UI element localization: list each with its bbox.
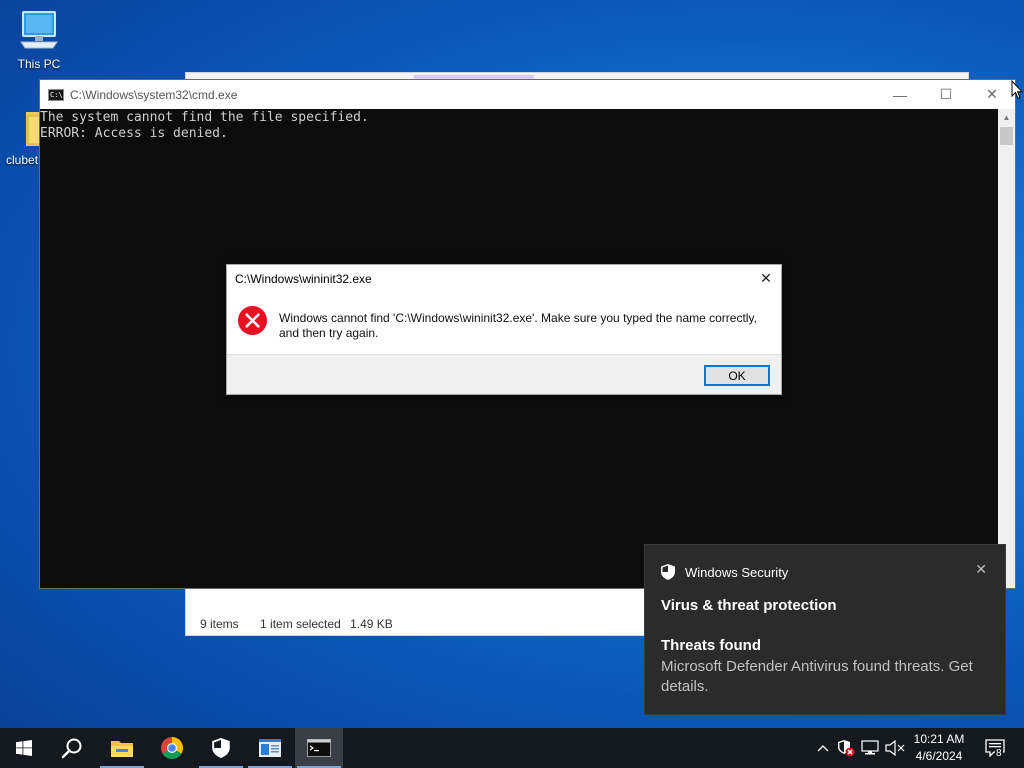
search-button[interactable] bbox=[48, 728, 96, 768]
show-hidden-icons-button[interactable] bbox=[812, 728, 834, 768]
dialog-footer: OK bbox=[227, 354, 781, 394]
error-dialog[interactable]: C:\Windows\wininit32.exe ✕ Windows canno… bbox=[226, 264, 782, 395]
taskbar-app[interactable] bbox=[246, 728, 294, 768]
taskbar: 10:21 AM 4/6/2024 8 bbox=[0, 728, 1024, 768]
dialog-message: Windows cannot find 'C:\Windows\wininit3… bbox=[279, 311, 757, 340]
volume-muted-icon bbox=[885, 740, 905, 756]
clock-time: 10:21 AM bbox=[913, 732, 965, 746]
close-icon: ✕ bbox=[760, 269, 772, 286]
notification-heading: Virus & threat protection bbox=[661, 597, 837, 614]
chevron-up-icon bbox=[817, 745, 829, 752]
taskbar-clock[interactable]: 10:21 AM 4/6/2024 bbox=[906, 731, 972, 765]
windows-security-icon bbox=[212, 738, 230, 758]
close-button[interactable]: ✕ bbox=[969, 80, 1015, 109]
shield-icon bbox=[661, 564, 675, 580]
mouse-cursor-icon bbox=[1011, 80, 1023, 100]
start-icon bbox=[16, 740, 32, 756]
status-size: 1.49 KB bbox=[350, 617, 393, 631]
status-selection: 1 item selected bbox=[260, 617, 341, 631]
taskbar-file-explorer[interactable] bbox=[98, 728, 146, 768]
search-icon bbox=[61, 738, 82, 759]
network-icon bbox=[861, 740, 879, 755]
ok-button[interactable]: OK bbox=[704, 365, 770, 386]
cmd-title: C:\Windows\system32\cmd.exe bbox=[70, 87, 238, 102]
clock-date: 4/6/2024 bbox=[915, 749, 963, 763]
app-icon bbox=[259, 739, 281, 757]
notification-header: Windows Security bbox=[661, 564, 788, 580]
desktop-icon-folder[interactable]: clubet bbox=[0, 108, 44, 167]
status-item-count: 9 items bbox=[200, 617, 239, 631]
tray-security[interactable] bbox=[836, 728, 856, 768]
folder-icon bbox=[26, 112, 44, 146]
explorer-status-bar: 9 items 1 item selected 1.49 KB bbox=[200, 617, 411, 631]
chrome-icon bbox=[161, 737, 183, 759]
close-icon: ✕ bbox=[986, 86, 998, 102]
close-icon: ✕ bbox=[975, 561, 987, 577]
notification-title: Threats found bbox=[661, 637, 761, 654]
maximize-button[interactable]: ☐ bbox=[923, 80, 969, 109]
taskbar-chrome[interactable] bbox=[148, 728, 196, 768]
action-center-button[interactable]: 8 bbox=[980, 728, 1010, 768]
taskbar-windows-security[interactable] bbox=[197, 728, 245, 768]
security-notification[interactable]: Windows Security ✕ Virus & threat protec… bbox=[644, 544, 1006, 715]
maximize-icon: ☐ bbox=[939, 86, 953, 102]
tray-volume[interactable] bbox=[884, 728, 906, 768]
taskbar-cmd[interactable] bbox=[295, 728, 343, 768]
start-button[interactable] bbox=[0, 728, 48, 768]
notification-body[interactable]: Microsoft Defender Antivirus found threa… bbox=[661, 657, 991, 697]
console-line: ERROR: Access is denied. bbox=[40, 126, 228, 141]
computer-icon bbox=[20, 11, 58, 49]
notification-count-badge: 8 bbox=[995, 748, 1003, 759]
notification-app-name: Windows Security bbox=[685, 564, 789, 580]
tray-network[interactable] bbox=[859, 728, 881, 768]
desktop-icon-this-pc[interactable]: This PC bbox=[10, 8, 68, 71]
scroll-up-icon[interactable]: ▲ bbox=[998, 109, 1015, 126]
error-icon bbox=[237, 305, 268, 336]
console-line: The system cannot find the file specifie… bbox=[40, 110, 369, 125]
dialog-close-button[interactable]: ✕ bbox=[757, 269, 775, 287]
cmd-icon: C:\ bbox=[48, 88, 64, 101]
minimize-button[interactable]: — bbox=[877, 80, 923, 109]
scroll-thumb[interactable] bbox=[1000, 127, 1013, 145]
notification-close-button[interactable]: ✕ bbox=[975, 561, 987, 578]
desktop-icon-label: This PC bbox=[17, 57, 61, 71]
file-explorer-icon bbox=[111, 741, 133, 757]
cmd-titlebar[interactable]: C:\ C:\Windows\system32\cmd.exe — ☐ ✕ bbox=[40, 80, 1015, 109]
dialog-title: C:\Windows\wininit32.exe bbox=[235, 272, 372, 286]
minimize-icon: — bbox=[893, 86, 907, 103]
vertical-scrollbar[interactable]: ▲ bbox=[998, 109, 1015, 588]
desktop-icon-label: clubet bbox=[6, 153, 39, 167]
security-alert-icon bbox=[838, 740, 855, 757]
cmd-icon bbox=[307, 739, 331, 757]
